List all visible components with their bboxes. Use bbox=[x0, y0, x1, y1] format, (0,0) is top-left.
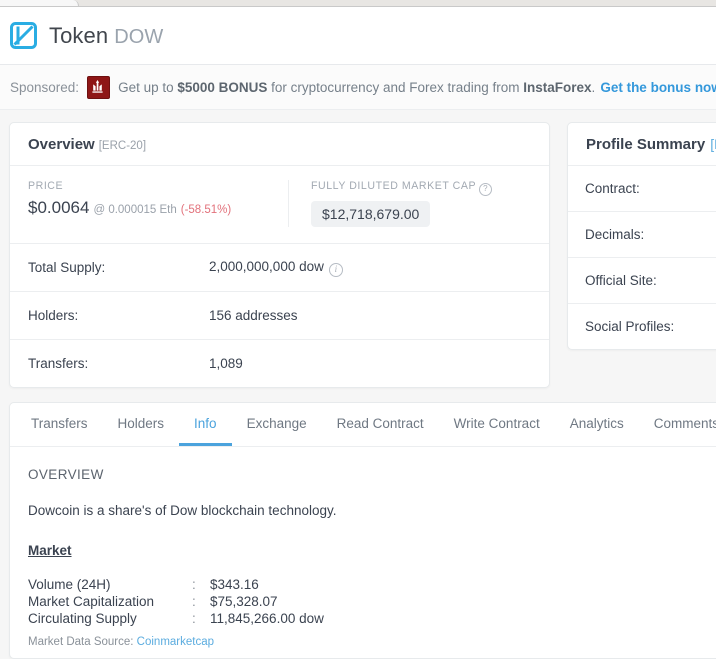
circulating-supply-label: Circulating Supply bbox=[28, 611, 137, 626]
sponsored-message: Get up to $5000 BONUS for cryptocurrency… bbox=[118, 80, 595, 95]
volume-24h-value: $343.16 bbox=[210, 577, 259, 592]
row-separator: : bbox=[192, 594, 196, 609]
circulating-supply-value: 11,845,266.00 dow bbox=[210, 611, 324, 626]
social-profiles-label: Social Profiles: bbox=[585, 319, 675, 334]
table-row: Total Supply: 2,000,000,000 dow i bbox=[10, 244, 549, 292]
sponsored-bonus-amount: $5000 BONUS bbox=[177, 79, 268, 95]
row-separator: : bbox=[192, 577, 196, 592]
price-value: $0.0064 bbox=[28, 198, 90, 217]
tab-read-contract[interactable]: Read Contract bbox=[322, 403, 439, 446]
tab-analytics-label: Analytics bbox=[569, 415, 624, 431]
market-cap-label-text: FULLY DILUTED MARKET CAP bbox=[311, 180, 477, 192]
table-row: Market Capitalization : $75,328.07 bbox=[28, 593, 324, 610]
overview-card-header: Overview [ERC-20] bbox=[10, 123, 549, 166]
market-cap-value: $12,718,679.00 bbox=[311, 201, 431, 227]
tab-holders[interactable]: Holders bbox=[103, 403, 180, 446]
table-row: Transfers: 1,089 bbox=[10, 340, 549, 387]
price-block: PRICE $0.0064 @ 0.000015 Eth (-58.51%) bbox=[10, 180, 289, 227]
tab-analytics[interactable]: Analytics bbox=[555, 403, 639, 446]
profile-row-official-site: Official Site: bbox=[568, 258, 716, 304]
sponsored-cta-link[interactable]: Get the bonus now! bbox=[600, 80, 716, 95]
price-line: $0.0064 @ 0.000015 Eth (-58.51%) bbox=[28, 198, 270, 218]
profile-summary-header: Profile Summary [Edit] bbox=[568, 123, 716, 166]
market-data-table: Volume (24H) : $343.16 Market Capitaliza… bbox=[28, 576, 324, 627]
total-supply-value: 2,000,000,000 dow i bbox=[209, 259, 343, 277]
row-separator: : bbox=[192, 611, 196, 626]
tab-comments-label: Comments bbox=[653, 415, 716, 431]
profile-row-social-profiles: Social Profiles: bbox=[568, 304, 716, 349]
sponsored-text-2: for cryptocurrency and Forex trading fro… bbox=[267, 79, 524, 95]
overview-heading: Overview bbox=[28, 136, 95, 153]
sponsored-label: Sponsored: bbox=[10, 79, 80, 95]
market-data-source-label: Market Data Source: bbox=[28, 636, 134, 648]
table-row: Volume (24H) : $343.16 bbox=[28, 576, 324, 593]
market-capitalization-value: $75,328.07 bbox=[210, 594, 278, 609]
page-title-text: Token bbox=[49, 22, 109, 48]
holders-label: Holders: bbox=[28, 308, 79, 323]
token-description: Dowcoin is a share's of Dow blockchain t… bbox=[28, 503, 337, 518]
token-tab-panel: Transfers Holders Info Exchange Read Con… bbox=[9, 402, 716, 659]
page-header: Token DOW bbox=[0, 7, 716, 65]
contract-label: Contract: bbox=[585, 181, 640, 196]
profile-summary-card: Profile Summary [Edit] Contract: Decimals… bbox=[567, 122, 716, 350]
sponsored-banner: Sponsored: Get up to $5000 BONUS for cry… bbox=[0, 65, 716, 110]
market-capitalization-label: Market Capitalization bbox=[28, 594, 155, 609]
volume-24h-label: Volume (24H) bbox=[28, 577, 111, 592]
profile-edit-link[interactable]: [Edit] bbox=[710, 136, 716, 152]
overview-section-title: OVERVIEW bbox=[28, 467, 104, 482]
sponsored-text-1: Get up to bbox=[118, 79, 178, 95]
tab-transfers[interactable]: Transfers bbox=[16, 403, 103, 446]
market-section-title: Market bbox=[28, 543, 72, 558]
token-d-logo-icon bbox=[9, 21, 38, 50]
info-tab-content: OVERVIEW Dowcoin is a share's of Dow blo… bbox=[10, 447, 716, 658]
overview-card: Overview [ERC-20] PRICE $0.0064 @ 0.000015… bbox=[9, 122, 550, 388]
profile-summary-heading: Profile Summary bbox=[586, 136, 706, 153]
tab-read-contract-label: Read Contract bbox=[336, 415, 424, 431]
transfers-label: Transfers: bbox=[28, 356, 89, 371]
sponsored-text-3: . bbox=[591, 79, 596, 95]
token-symbol: DOW bbox=[114, 25, 164, 48]
tab-info-label: Info bbox=[194, 415, 217, 431]
tab-exchange-label: Exchange bbox=[246, 415, 307, 431]
tab-bar: Transfers Holders Info Exchange Read Con… bbox=[10, 403, 716, 447]
summary-cards-row: Overview [ERC-20] PRICE $0.0064 @ 0.000015… bbox=[0, 110, 716, 388]
price-change-value: (-58.51%) bbox=[180, 204, 232, 216]
instaforex-badge-icon bbox=[87, 75, 111, 99]
tab-exchange[interactable]: Exchange bbox=[232, 403, 322, 446]
coinmarketcap-link[interactable]: Coinmarketcap bbox=[137, 636, 214, 648]
market-data-source: Market Data Source: Coinmarketcap bbox=[28, 636, 716, 648]
table-row: Circulating Supply : 11,845,266.00 dow bbox=[28, 610, 324, 627]
total-supply-value-text: 2,000,000,000 dow bbox=[209, 259, 324, 274]
price-section: PRICE $0.0064 @ 0.000015 Eth (-58.51%) FUL… bbox=[10, 166, 549, 244]
profile-row-contract: Contract: bbox=[568, 166, 716, 212]
total-supply-label: Total Supply: bbox=[28, 260, 106, 275]
market-cap-block: FULLY DILUTED MARKET CAP? $12,718,679.00 bbox=[289, 180, 549, 227]
tab-info[interactable]: Info bbox=[179, 403, 232, 446]
sponsored-brand: InstaForex bbox=[523, 79, 592, 95]
tab-write-contract[interactable]: Write Contract bbox=[439, 403, 555, 446]
price-label: PRICE bbox=[28, 180, 64, 192]
profile-row-decimals: Decimals: bbox=[568, 212, 716, 258]
tab-comments[interactable]: Comments bbox=[639, 403, 716, 446]
holders-value: 156 addresses bbox=[209, 308, 298, 323]
info-circle-icon[interactable]: i bbox=[328, 263, 343, 277]
official-site-label: Official Site: bbox=[585, 273, 657, 288]
decimals-label: Decimals: bbox=[585, 227, 645, 242]
question-circle-icon[interactable]: ? bbox=[479, 183, 493, 196]
browser-chrome-strip bbox=[0, 0, 716, 7]
transfers-value: 1,089 bbox=[209, 356, 243, 371]
table-row: Holders: 156 addresses bbox=[10, 292, 549, 340]
page-title: Token DOW bbox=[49, 23, 163, 49]
tab-write-contract-label: Write Contract bbox=[453, 415, 540, 431]
tab-transfers-label: Transfers bbox=[31, 415, 88, 431]
market-cap-label: FULLY DILUTED MARKET CAP? bbox=[311, 180, 531, 196]
price-eth-value: @ 0.000015 Eth bbox=[93, 204, 177, 216]
token-standard-tag: [ERC-20] bbox=[98, 140, 147, 152]
tab-holders-label: Holders bbox=[117, 415, 165, 431]
browser-tab-nub bbox=[0, 0, 79, 6]
